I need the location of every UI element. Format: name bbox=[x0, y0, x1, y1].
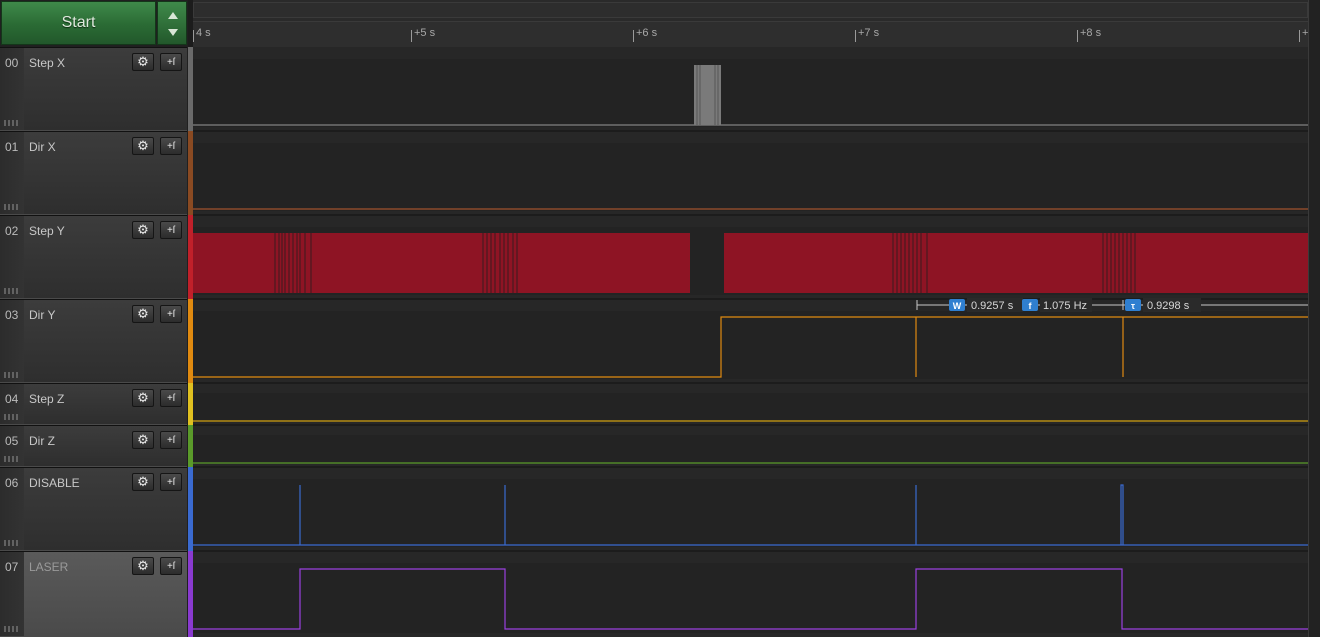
drag-handle-icon[interactable] bbox=[4, 414, 18, 420]
gear-icon[interactable]: ⚙ bbox=[132, 431, 154, 449]
channel-number: 05 bbox=[0, 426, 25, 466]
channel-number: 01 bbox=[0, 132, 25, 214]
triangle-down-icon[interactable] bbox=[168, 29, 178, 36]
channel-number: 02 bbox=[0, 216, 25, 298]
trigger-icon[interactable]: +ſ bbox=[160, 431, 182, 449]
channel-label-area: Dir Z ⚙ +ſ bbox=[24, 426, 187, 466]
channel-number: 00 bbox=[0, 48, 25, 130]
width-value: 0.9257 s bbox=[971, 300, 1014, 312]
timeline-area[interactable]: 4 s +5 s +6 s +7 s +8 s + W 0.9257 s f 1… bbox=[193, 0, 1320, 637]
channel-row-00[interactable]: 00 Step X ⚙ +ſ bbox=[0, 47, 187, 131]
drag-handle-icon[interactable] bbox=[4, 456, 18, 462]
channel-row-01[interactable]: 01 Dir X ⚙ +ſ bbox=[0, 131, 187, 215]
drag-handle-icon[interactable] bbox=[4, 204, 18, 210]
period-badge: τ bbox=[1131, 301, 1135, 311]
start-options-toggle[interactable] bbox=[157, 1, 187, 45]
channel-row-06[interactable]: 06 DISABLE ⚙ +ſ bbox=[0, 467, 187, 551]
gear-icon[interactable]: ⚙ bbox=[132, 389, 154, 407]
drag-handle-icon[interactable] bbox=[4, 540, 18, 546]
channel-row-07[interactable]: 07 LASER ⚙ +ſ bbox=[0, 551, 187, 637]
channel-label-area: LASER ⚙ +ſ bbox=[24, 552, 187, 636]
drag-handle-icon[interactable] bbox=[4, 626, 18, 632]
trigger-icon[interactable]: +ſ bbox=[160, 221, 182, 239]
time-ruler[interactable]: 4 s +5 s +6 s +7 s +8 s + bbox=[193, 21, 1308, 49]
channel-number: 04 bbox=[0, 384, 25, 424]
trigger-icon[interactable]: +ſ bbox=[160, 557, 182, 575]
gear-icon[interactable]: ⚙ bbox=[132, 221, 154, 239]
waveform-canvas[interactable]: W 0.9257 s f 1.075 Hz τ 0.9298 s bbox=[193, 47, 1308, 637]
waveform-step-y bbox=[193, 233, 1308, 293]
trigger-icon[interactable]: +ſ bbox=[160, 389, 182, 407]
drag-handle-icon[interactable] bbox=[4, 288, 18, 294]
frequency-value: 1.075 Hz bbox=[1043, 300, 1087, 312]
channel-panel: Start 00 Step X ⚙ +ſ 01 Dir X ⚙ +ſ 02 St… bbox=[0, 0, 188, 637]
channel-row-02[interactable]: 02 Step Y ⚙ +ſ bbox=[0, 215, 187, 299]
channel-row-05[interactable]: 05 Dir Z ⚙ +ſ bbox=[0, 425, 187, 467]
trigger-icon[interactable]: +ſ bbox=[160, 305, 182, 323]
channel-name[interactable]: Dir Y bbox=[29, 308, 55, 322]
channel-row-03[interactable]: 03 Dir Y ⚙ +ſ bbox=[0, 299, 187, 383]
start-button[interactable]: Start bbox=[1, 1, 156, 45]
channel-name[interactable]: DISABLE bbox=[29, 476, 80, 490]
gear-icon[interactable]: ⚙ bbox=[132, 53, 154, 71]
vertical-scrollbar[interactable] bbox=[1308, 0, 1320, 637]
channel-name[interactable]: Step Y bbox=[29, 224, 65, 238]
gear-icon[interactable]: ⚙ bbox=[132, 557, 154, 575]
width-badge: W bbox=[953, 301, 962, 311]
period-value: 0.9298 s bbox=[1147, 300, 1190, 312]
drag-handle-icon[interactable] bbox=[4, 372, 18, 378]
channel-label-area: Step Y ⚙ +ſ bbox=[24, 216, 187, 298]
channel-label-area: Step Z ⚙ +ſ bbox=[24, 384, 187, 424]
channel-label-area: Dir Y ⚙ +ſ bbox=[24, 300, 187, 382]
channel-name[interactable]: Dir X bbox=[29, 140, 56, 154]
trigger-icon[interactable]: +ſ bbox=[160, 137, 182, 155]
channel-label-area: Step X ⚙ +ſ bbox=[24, 48, 187, 130]
lane-backgrounds bbox=[193, 47, 1308, 637]
trigger-icon[interactable]: +ſ bbox=[160, 473, 182, 491]
channel-number: 03 bbox=[0, 300, 25, 382]
channel-name[interactable]: Dir Z bbox=[29, 434, 55, 448]
channel-number: 06 bbox=[0, 468, 25, 550]
channel-label-area: DISABLE ⚙ +ſ bbox=[24, 468, 187, 550]
channel-name[interactable]: Step X bbox=[29, 56, 65, 70]
gear-icon[interactable]: ⚙ bbox=[132, 473, 154, 491]
triangle-up-icon[interactable] bbox=[168, 12, 178, 19]
gear-icon[interactable]: ⚙ bbox=[132, 305, 154, 323]
drag-handle-icon[interactable] bbox=[4, 120, 18, 126]
channel-name[interactable]: LASER bbox=[29, 560, 68, 574]
horizontal-scrollbar[interactable] bbox=[193, 2, 1308, 18]
channel-name[interactable]: Step Z bbox=[29, 392, 64, 406]
channel-label-area: Dir X ⚙ +ſ bbox=[24, 132, 187, 214]
trigger-icon[interactable]: +ſ bbox=[160, 53, 182, 71]
channel-row-04[interactable]: 04 Step Z ⚙ +ſ bbox=[0, 383, 187, 425]
gear-icon[interactable]: ⚙ bbox=[132, 137, 154, 155]
channel-number: 07 bbox=[0, 552, 25, 636]
